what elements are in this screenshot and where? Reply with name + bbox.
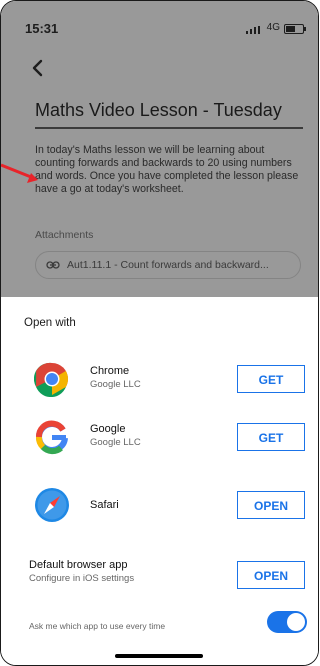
back-icon[interactable] [31, 59, 45, 77]
post-title: Maths Video Lesson - Tuesday [35, 100, 282, 120]
google-icon [36, 420, 68, 455]
chrome-icon [34, 362, 69, 397]
default-browser-row[interactable]: Default browser app Configure in iOS set… [1, 559, 318, 609]
sheet-heading: Open with [24, 317, 76, 329]
app-company: Google LLC [90, 437, 141, 448]
app-row-google[interactable]: Google Google LLC GET [1, 419, 318, 469]
app-name: Safari [90, 499, 119, 511]
app-name: Google [90, 423, 126, 435]
battery-icon [284, 24, 306, 34]
open-with-sheet: Open with Chrome Google LLC GET Google G… [1, 297, 318, 665]
chrome-get-button[interactable]: GET [237, 365, 305, 393]
default-browser-subtitle: Configure in iOS settings [29, 573, 135, 584]
status-bar: 15:31 4G [1, 1, 318, 45]
app-company: Google LLC [90, 379, 141, 390]
title-divider [35, 127, 303, 129]
annotation-arrow [1, 163, 38, 183]
app-row-chrome[interactable]: Chrome Google LLC GET [1, 361, 318, 411]
network-type: 4G [266, 22, 280, 33]
dimmed-background: 15:31 4G Maths Video Lesson - Tuesday In… [1, 1, 318, 297]
default-browser-open-button[interactable]: OPEN [237, 561, 305, 589]
ask-every-time-toggle[interactable] [267, 611, 307, 633]
link-icon [46, 261, 60, 269]
phone-screen: 15:31 4G Maths Video Lesson - Tuesday In… [0, 0, 319, 666]
home-indicator[interactable] [115, 654, 203, 658]
safari-icon [35, 488, 69, 522]
default-browser-name: Default browser app [29, 559, 128, 571]
post-description: In today's Maths lesson we will be learn… [35, 144, 299, 195]
safari-open-button[interactable]: OPEN [237, 491, 305, 519]
ask-every-time-label: Ask me which app to use every time [29, 621, 166, 631]
attachment-name: Aut1.11.1 - Count forwards and backward.… [67, 259, 269, 271]
status-time: 15:31 [25, 21, 59, 36]
app-row-safari[interactable]: Safari OPEN [1, 487, 318, 537]
signal-icon [246, 26, 260, 34]
app-name: Chrome [90, 365, 130, 377]
attachment-chip[interactable]: Aut1.11.1 - Count forwards and backward.… [35, 251, 301, 279]
google-get-button[interactable]: GET [237, 423, 305, 451]
attachments-label: Attachments [35, 229, 94, 241]
toggle-knob [287, 613, 305, 631]
